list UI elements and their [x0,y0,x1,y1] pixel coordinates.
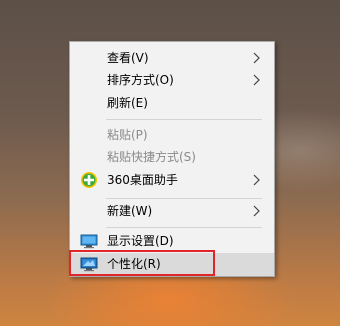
chevron-right-icon [253,174,260,186]
menu-item-label: 查看(V) [107,51,149,65]
highlight-annotation-box [69,250,215,276]
menu-item-refresh[interactable]: 刷新(E) [70,92,274,114]
menu-item-paste-shortcut[interactable]: 粘贴快捷方式(S) [70,146,274,168]
menu-item-paste[interactable]: 粘贴(P) [70,124,274,146]
menu-separator [106,119,262,120]
menu-item-label: 新建(W) [107,204,153,218]
menu-item-label: 粘贴快捷方式(S) [107,150,196,164]
menu-item-view[interactable]: 查看(V) [70,47,274,69]
chevron-right-icon [253,52,260,64]
menu-item-sort-by[interactable]: 排序方式(O) [70,69,274,91]
menu-item-label: 显示设置(D) [107,234,174,248]
menu-item-display-settings[interactable]: 显示设置(D) [70,230,274,252]
desktop-context-menu: 查看(V) 排序方式(O) 刷新(E) 粘贴(P) 粘贴快捷方式(S) 360桌… [69,41,275,277]
monitor-icon [80,234,98,249]
menu-separator [106,227,262,228]
menu-separator [106,198,262,199]
chevron-right-icon [253,74,260,86]
menu-item-label: 刷新(E) [107,96,148,110]
menu-item-label: 排序方式(O) [107,73,174,87]
menu-item-new[interactable]: 新建(W) [70,200,274,222]
360-plus-icon [81,172,97,188]
menu-item-360-desktop-assistant[interactable]: 360桌面助手 [70,169,274,191]
chevron-right-icon [253,205,260,217]
menu-item-label: 粘贴(P) [107,128,148,142]
menu-item-label: 360桌面助手 [107,173,178,187]
